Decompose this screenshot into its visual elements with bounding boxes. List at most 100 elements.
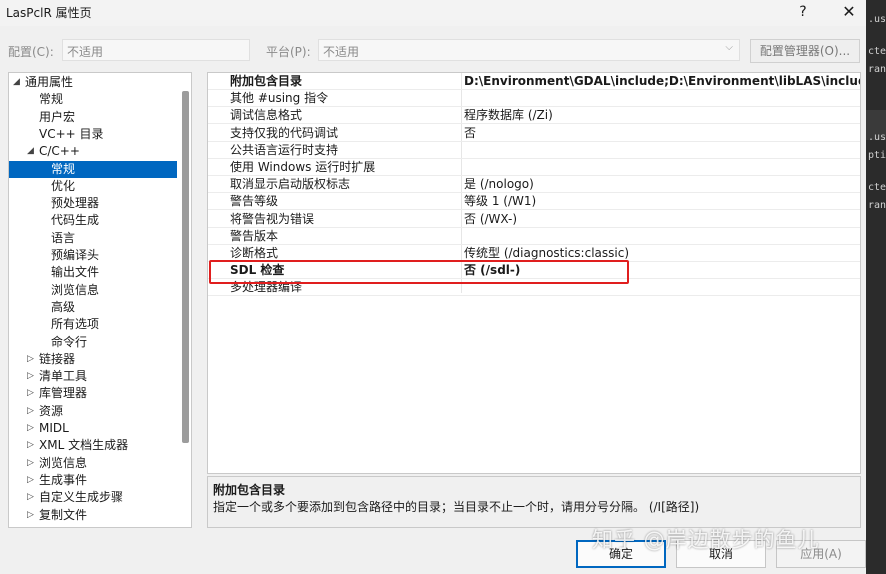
tree-item-label: 代码生成	[51, 213, 100, 228]
expand-icon[interactable]: ▷	[27, 420, 34, 437]
property-name: 支持仅我的代码调试	[230, 125, 339, 140]
tree-item[interactable]: 语言	[9, 230, 177, 247]
tree-item[interactable]: 输出文件	[9, 264, 177, 281]
tree-item[interactable]: ◢ 通用属性	[9, 74, 177, 91]
tree-item[interactable]: 高级	[9, 299, 177, 316]
tree-item[interactable]: 所有选项	[9, 316, 177, 333]
platform-combo[interactable]: 不适用 ⌵	[318, 39, 740, 61]
collapse-icon[interactable]: ◢	[13, 74, 20, 91]
tree-item[interactable]: ▷ 清单工具	[9, 368, 177, 385]
property-row[interactable]: 将警告视为错误 否 (/WX-)	[208, 211, 860, 228]
expand-icon[interactable]: ▷	[27, 403, 34, 420]
property-row[interactable]: 警告版本	[208, 228, 860, 245]
tree-item-label: XML 文档生成器	[39, 438, 129, 453]
tree-item[interactable]: ▷ 资源	[9, 403, 177, 420]
tree-item[interactable]: 预编译头	[9, 247, 177, 264]
tree-item[interactable]: ▷ 复制文件	[9, 507, 177, 524]
property-row[interactable]: 使用 Windows 运行时扩展	[208, 159, 860, 176]
expand-icon[interactable]: ▷	[27, 489, 34, 506]
tree-item-label: 生成事件	[39, 472, 88, 487]
property-value[interactable]: 等级 1 (/W1)	[464, 193, 860, 210]
expand-icon[interactable]: ▷	[27, 472, 34, 489]
config-combo[interactable]: 不适用	[62, 39, 250, 61]
property-value[interactable]: 是 (/nologo)	[464, 176, 860, 193]
property-row[interactable]: 支持仅我的代码调试 否	[208, 125, 860, 142]
tree-scrollbar[interactable]	[182, 91, 189, 443]
close-button[interactable]: ✕	[834, 0, 864, 24]
configuration-manager-button[interactable]: 配置管理器(O)...	[750, 39, 860, 63]
tree-item[interactable]: ▷ 生成事件	[9, 472, 177, 489]
tree-item-label: 通用属性	[25, 75, 74, 89]
tree-item[interactable]: ▷ 浏览信息	[9, 455, 177, 472]
tree-item[interactable]: 常规	[9, 91, 177, 108]
property-value[interactable]: 程序数据库 (/Zi)	[464, 107, 860, 124]
expand-icon[interactable]: ▷	[27, 385, 34, 402]
tree-item[interactable]: 代码生成	[9, 212, 177, 229]
tree-item[interactable]: ▷ 链接器	[9, 351, 177, 368]
tree-item-label: 资源	[39, 403, 64, 418]
description-text: 指定一个或多个要添加到包含路径中的目录；当目录不止一个时，请用分号分隔。 (/I…	[213, 500, 700, 514]
property-name: 警告版本	[230, 228, 279, 243]
property-row[interactable]: 警告等级 等级 1 (/W1)	[208, 193, 860, 211]
help-button[interactable]: ?	[788, 0, 818, 24]
tree-item[interactable]: ▷ 自定义生成步骤	[9, 489, 177, 506]
tree-item-label: 语言	[51, 230, 76, 245]
config-label: 配置(C):	[8, 45, 54, 59]
tree-item[interactable]: ▷ MIDL	[9, 420, 177, 437]
edge-text-fragment: .us	[868, 132, 886, 143]
expand-icon[interactable]: ▷	[27, 437, 34, 454]
property-row[interactable]: 公共语言运行时支持	[208, 142, 860, 159]
expand-icon[interactable]: ▷	[27, 368, 34, 385]
tree-item[interactable]: 用户宏	[9, 109, 177, 126]
edge-text-fragment: ran	[868, 200, 886, 211]
property-value[interactable]: 否	[464, 125, 860, 142]
expand-icon[interactable]: ▷	[27, 507, 34, 524]
property-name: 警告等级	[230, 194, 279, 209]
property-row[interactable]: 其他 #using 指令	[208, 90, 860, 108]
property-name: 将警告视为错误	[230, 211, 315, 226]
highlight-box	[209, 260, 629, 284]
tree-item[interactable]: 命令行	[9, 334, 177, 351]
tree-item-label: 自定义生成步骤	[39, 490, 124, 505]
window-title: LasPclR 属性页	[6, 6, 92, 20]
tree-item-label: 浏览信息	[39, 455, 88, 470]
property-value[interactable]: D:\Environment\GDAL\include;D:\Environme…	[464, 73, 860, 90]
tree-item[interactable]: ▷ 库管理器	[9, 385, 177, 402]
edge-text-fragment: ran	[868, 64, 886, 75]
tree-item-label: 库管理器	[39, 386, 88, 401]
category-tree[interactable]: ◢ 通用属性 常规 用户宏 VC++ 目录 ◢ C/C++ 常规 优化 预处理器 代码生成 语言 预编译…	[8, 72, 192, 528]
property-name: 调试信息格式	[230, 108, 303, 123]
tree-item-label: 清单工具	[39, 369, 88, 384]
tree-item-label: 优化	[51, 178, 76, 193]
tree-item[interactable]: 常规	[9, 160, 177, 178]
tree-item-label: 命令行	[51, 334, 88, 349]
tree-item-label: C/C++	[39, 144, 80, 159]
property-row[interactable]: 取消显示启动版权标志 是 (/nologo)	[208, 176, 860, 194]
collapse-icon[interactable]: ◢	[27, 143, 34, 160]
edge-text-fragment: pti	[868, 150, 886, 161]
edge-text-fragment: cte	[868, 182, 886, 193]
tree-item-label: MIDL	[39, 421, 69, 435]
property-row[interactable]: 附加包含目录 D:\Environment\GDAL\include;D:\Env…	[208, 73, 860, 90]
tree-item-label: 链接器	[39, 351, 76, 366]
tree-item[interactable]: 预处理器	[9, 195, 177, 212]
config-combo-value: 不适用	[67, 45, 104, 59]
chevron-down-icon: ⌵	[725, 42, 733, 53]
tree-item[interactable]: 优化	[9, 178, 177, 195]
description-pane: 附加包含目录 指定一个或多个要添加到包含路径中的目录；当目录不止一个时，请用分号…	[207, 476, 861, 528]
property-row[interactable]: 调试信息格式 程序数据库 (/Zi)	[208, 107, 860, 125]
expand-icon[interactable]: ▷	[27, 455, 34, 472]
watermark: 知乎 @岸边散步的鱼儿	[592, 528, 820, 552]
tree-item-label: 浏览信息	[51, 282, 100, 297]
config-bar: 配置(C): 不适用 平台(P): 不适用 ⌵ 配置管理器(O)...	[0, 26, 886, 70]
tree-item-label: 输出文件	[51, 265, 100, 280]
tree-item[interactable]: VC++ 目录	[9, 126, 177, 143]
property-value[interactable]: 否 (/WX-)	[464, 211, 860, 228]
expand-icon[interactable]: ▷	[27, 351, 34, 368]
tree-item[interactable]: ▷ XML 文档生成器	[9, 437, 177, 454]
tree-item[interactable]: 浏览信息	[9, 282, 177, 299]
background-window-edge: .us cte ran .us pti cte ran	[866, 0, 886, 574]
property-name: 附加包含目录	[230, 74, 303, 88]
tree-item[interactable]: ◢ C/C++	[9, 143, 177, 160]
description-title: 附加包含目录	[213, 483, 286, 497]
